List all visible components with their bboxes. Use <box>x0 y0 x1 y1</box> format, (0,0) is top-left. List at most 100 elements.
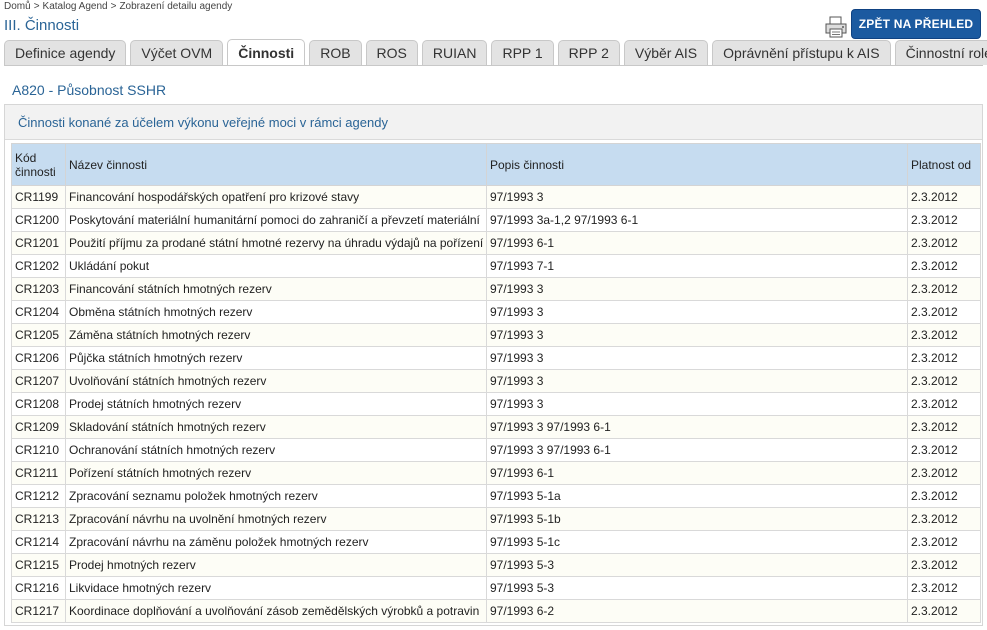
tab-bar: Definice agendy Výčet OVM Činnosti ROB R… <box>4 39 987 66</box>
cell-code: CR1212 <box>11 484 66 508</box>
tab-rpp-2[interactable]: RPP 2 <box>557 40 620 65</box>
cell-code: CR1217 <box>11 599 66 623</box>
column-header-code[interactable]: Kód činnosti <box>11 143 66 186</box>
cell-valid-from: 2.3.2012 <box>907 185 981 209</box>
cell-code: CR1209 <box>11 415 66 439</box>
cell-description: 97/1993 3 <box>486 185 908 209</box>
cell-description: 97/1993 5-1b <box>486 507 908 531</box>
table-row[interactable]: CR1204 Obměna státních hmotných rezerv 97/… <box>11 300 981 324</box>
table-body: CR1199 Financování hospodářských opatření… <box>11 185 981 623</box>
table-row[interactable]: CR1213 Zpracování návrhu na uvolnění hmot… <box>11 507 981 531</box>
tab-opravneni-pristupu[interactable]: Oprávnění přístupu k AIS <box>712 40 891 65</box>
agenda-title: A820 - Působnost SSHR <box>12 82 167 98</box>
cell-name: Ochranování státních hmotných rezerv <box>65 438 487 462</box>
cell-name: Financování hospodářských opatření pro k… <box>65 185 487 209</box>
cell-name: Záměna státních hmotných rezerv <box>65 323 487 347</box>
cell-name: Zpracování návrhu na uvolnění hmotných r… <box>65 507 487 531</box>
cell-description: 97/1993 5-1c <box>486 530 908 554</box>
cell-valid-from: 2.3.2012 <box>907 277 981 301</box>
table-row[interactable]: CR1203 Financování státních hmotných reze… <box>11 277 981 301</box>
breadcrumb-katalog-link[interactable]: Katalog Agend <box>43 1 108 12</box>
cell-valid-from: 2.3.2012 <box>907 323 981 347</box>
breadcrumb-home-link[interactable]: Domů <box>4 1 31 12</box>
cell-name: Zpracování seznamu položek hmotných reze… <box>65 484 487 508</box>
cell-code: CR1213 <box>11 507 66 531</box>
tab-ruian[interactable]: RUIAN <box>421 40 488 65</box>
cell-valid-from: 2.3.2012 <box>907 254 981 278</box>
cell-code: CR1200 <box>11 208 66 232</box>
tab-cinnostni-role[interactable]: Činnostní role <box>894 40 987 65</box>
cell-description: 97/1993 3 <box>486 300 908 324</box>
table-row[interactable]: CR1215 Prodej hmotných rezerv 97/1993 5-3 2… <box>11 553 981 577</box>
table-row[interactable]: CR1206 Půjčka státních hmotných rezerv 97/… <box>11 346 981 370</box>
cell-description: 97/1993 5-3 <box>486 576 908 600</box>
cell-description: 97/1993 3a-1,2 97/1993 6-1 <box>486 208 908 232</box>
table-row[interactable]: CR1207 Uvolňování státních hmotných rezer… <box>11 369 981 393</box>
tab-vycet-ovm[interactable]: Výčet OVM <box>130 40 224 65</box>
column-header-valid-from[interactable]: Platnost od <box>907 143 981 186</box>
cell-name: Uvolňování státních hmotných rezerv <box>65 369 487 393</box>
tab-vyber-ais[interactable]: Výběr AIS <box>623 40 709 65</box>
cell-code: CR1207 <box>11 369 66 393</box>
cell-name: Ukládání pokut <box>65 254 487 278</box>
table-row[interactable]: CR1217 Koordinace doplňování a uvolňování… <box>11 599 981 623</box>
cell-name: Pořízení státních hmotných rezerv <box>65 461 487 485</box>
cell-name: Obměna státních hmotných rezerv <box>65 300 487 324</box>
tab-rpp-1[interactable]: RPP 1 <box>491 40 554 65</box>
table-row[interactable]: CR1209 Skladování státních hmotných rezer… <box>11 415 981 439</box>
cell-valid-from: 2.3.2012 <box>907 415 981 439</box>
cell-description: 97/1993 3 <box>486 369 908 393</box>
table-row[interactable]: CR1216 Likvidace hmotných rezerv 97/1993 5… <box>11 576 981 600</box>
cell-valid-from: 2.3.2012 <box>907 599 981 623</box>
breadcrumb: Domů > Katalog Agend > Zobrazení detailu age… <box>4 1 233 12</box>
cell-valid-from: 2.3.2012 <box>907 300 981 324</box>
cell-description: 97/1993 3 97/1993 6-1 <box>486 438 908 462</box>
cell-valid-from: 2.3.2012 <box>907 484 981 508</box>
cell-name: Použití příjmu za prodané státní hmotné … <box>65 231 487 255</box>
cell-code: CR1205 <box>11 323 66 347</box>
cell-valid-from: 2.3.2012 <box>907 369 981 393</box>
table-row[interactable]: CR1202 Ukládání pokut 97/1993 7-1 2.3.2012 <box>11 254 981 278</box>
table-row[interactable]: CR1201 Použití příjmu za prodané státní h… <box>11 231 981 255</box>
cell-description: 97/1993 3 <box>486 346 908 370</box>
table-row[interactable]: CR1199 Financování hospodářských opatření… <box>11 185 981 209</box>
cell-name: Poskytování materiální humanitární pomoc… <box>65 208 487 232</box>
cell-code: CR1208 <box>11 392 66 416</box>
cell-code: CR1210 <box>11 438 66 462</box>
back-to-overview-button[interactable]: ZPĚT NA PŘEHLED <box>851 9 981 39</box>
cell-valid-from: 2.3.2012 <box>907 392 981 416</box>
table-row[interactable]: CR1208 Prodej státních hmotných rezerv 97/… <box>11 392 981 416</box>
cell-name: Prodej hmotných rezerv <box>65 553 487 577</box>
cell-code: CR1203 <box>11 277 66 301</box>
cell-name: Koordinace doplňování a uvolňování zásob… <box>65 599 487 623</box>
tab-cinnosti[interactable]: Činnosti <box>227 39 306 66</box>
column-header-description[interactable]: Popis činnosti <box>486 143 908 186</box>
cell-description: 97/1993 3 <box>486 277 908 301</box>
table-row[interactable]: CR1214 Zpracování návrhu na záměnu polože… <box>11 530 981 554</box>
tab-divider <box>4 65 983 66</box>
table-row[interactable]: CR1211 Pořízení státních hmotných rezerv 9… <box>11 461 981 485</box>
cell-valid-from: 2.3.2012 <box>907 208 981 232</box>
cell-valid-from: 2.3.2012 <box>907 576 981 600</box>
cell-description: 97/1993 3 97/1993 6-1 <box>486 415 908 439</box>
column-header-name[interactable]: Název činnosti <box>65 143 487 186</box>
cell-name: Půjčka státních hmotných rezerv <box>65 346 487 370</box>
cell-code: CR1199 <box>11 185 66 209</box>
cell-code: CR1204 <box>11 300 66 324</box>
cell-description: 97/1993 3 <box>486 392 908 416</box>
cell-valid-from: 2.3.2012 <box>907 231 981 255</box>
print-icon[interactable] <box>824 16 848 38</box>
cell-code: CR1211 <box>11 461 66 485</box>
tab-ros[interactable]: ROS <box>365 40 418 65</box>
table-row[interactable]: CR1212 Zpracování seznamu položek hmotnýc… <box>11 484 981 508</box>
table-row[interactable]: CR1205 Záměna státních hmotných rezerv 97/… <box>11 323 981 347</box>
breadcrumb-current: Zobrazení detailu agendy <box>119 1 233 12</box>
cell-code: CR1201 <box>11 231 66 255</box>
table-row[interactable]: CR1210 Ochranování státních hmotných reze… <box>11 438 981 462</box>
tab-definice-agendy[interactable]: Definice agendy <box>4 40 127 65</box>
tab-rob[interactable]: ROB <box>309 40 362 65</box>
cell-code: CR1216 <box>11 576 66 600</box>
table-header-row: Kód činnosti Název činnosti Popis činnos… <box>11 143 981 186</box>
table-row[interactable]: CR1200 Poskytování materiální humanitární… <box>11 208 981 232</box>
cell-code: CR1206 <box>11 346 66 370</box>
